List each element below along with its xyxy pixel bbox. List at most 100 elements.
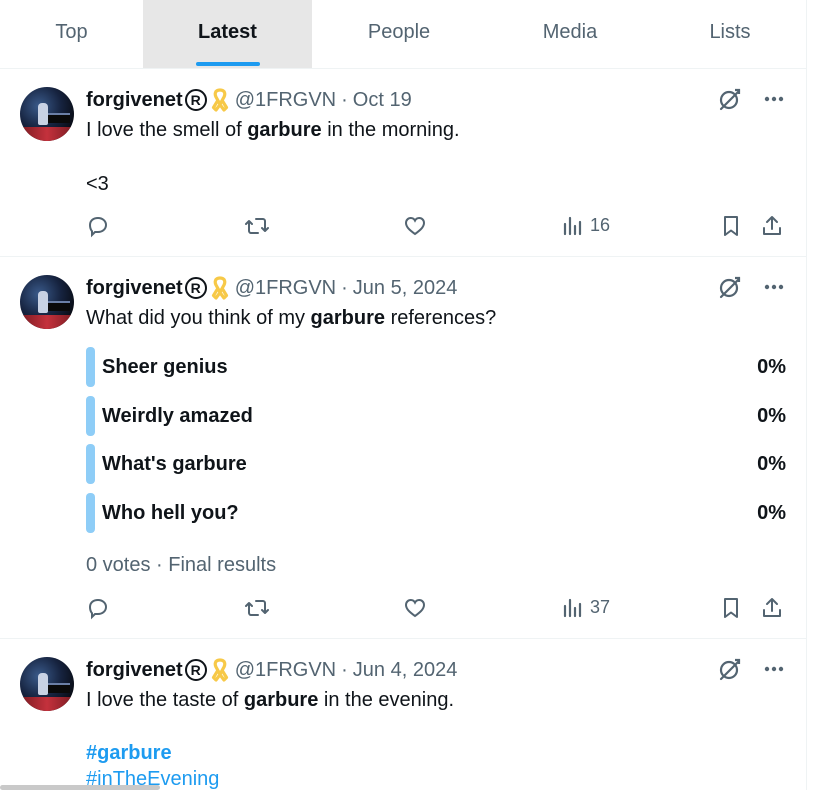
more-options-icon[interactable] xyxy=(764,96,784,102)
grok-icon[interactable] xyxy=(718,87,742,111)
share-button[interactable] xyxy=(760,214,784,238)
awareness-ribbon-icon xyxy=(211,88,229,112)
views-icon xyxy=(563,216,582,236)
tab-top[interactable]: Top xyxy=(0,0,143,68)
post-text-part: What did you think of my xyxy=(86,307,311,329)
more-options-icon[interactable] xyxy=(764,284,784,290)
registered-mark: R xyxy=(184,277,207,299)
post-date[interactable]: Jun 5, 2024 xyxy=(353,277,458,300)
poll-option-label: Sheer genius xyxy=(102,356,228,378)
post-date[interactable]: Oct 19 xyxy=(353,89,412,112)
avatar[interactable] xyxy=(20,275,74,329)
tab-media-label: Media xyxy=(542,21,598,43)
tab-media[interactable]: Media xyxy=(486,0,654,68)
poll-option: Sheer genius 0% xyxy=(86,347,786,387)
registered-mark: R xyxy=(184,89,207,111)
share-icon xyxy=(763,598,781,617)
grok-icon[interactable] xyxy=(718,275,742,299)
poll-option-percent: 0% xyxy=(757,453,786,475)
grok-icon[interactable] xyxy=(718,657,742,681)
search-term: garbure xyxy=(243,689,319,711)
like-button[interactable] xyxy=(403,596,427,620)
reply-icon xyxy=(88,216,108,238)
poll-bar xyxy=(86,347,95,387)
poll-option-label: What's garbure xyxy=(102,453,247,475)
separator: · xyxy=(341,658,348,681)
views-button[interactable]: 37 xyxy=(562,596,610,618)
post[interactable]: forgivenet R @1FRGVN · Jun 5, 2024 What … xyxy=(0,257,806,639)
repost-button[interactable] xyxy=(244,596,270,620)
repost-icon xyxy=(245,600,269,616)
horizontal-scrollbar[interactable] xyxy=(0,785,160,790)
repost-button[interactable] xyxy=(244,214,270,238)
poll-option-label: Who hell you? xyxy=(102,502,239,524)
display-name[interactable]: forgivenet xyxy=(86,659,183,682)
separator: · xyxy=(341,276,348,299)
avatar[interactable] xyxy=(20,657,74,711)
reply-button[interactable] xyxy=(86,214,110,238)
views-button[interactable]: 16 xyxy=(562,214,610,236)
share-icon xyxy=(763,216,781,235)
view-count: 16 xyxy=(590,214,611,235)
bookmark-icon xyxy=(724,598,738,618)
post-date[interactable]: Jun 4, 2024 xyxy=(353,659,458,682)
poll-option: Weirdly amazed 0% xyxy=(86,396,786,436)
views-icon xyxy=(563,598,582,618)
view-count: 37 xyxy=(590,596,611,617)
hashtag-link[interactable]: #garbure xyxy=(86,740,172,767)
poll-option-percent: 0% xyxy=(757,356,786,378)
post-text: I love the smell of garbure in the morni… xyxy=(86,117,460,144)
search-tabs: Top Latest People Media Lists xyxy=(0,0,807,69)
heart-icon xyxy=(404,598,426,618)
post-text-part: references? xyxy=(385,307,497,329)
poll-results-summary: 0 votes · Final results xyxy=(86,554,277,576)
post[interactable]: forgivenet R @1FRGVN · Jun 4, 2024 I lov… xyxy=(0,639,806,790)
bookmark-icon xyxy=(724,216,738,236)
poll-option: What's garbure 0% xyxy=(86,444,786,484)
heart-icon xyxy=(404,216,426,236)
tab-top-label: Top xyxy=(55,21,88,43)
poll-bar xyxy=(86,444,95,484)
post-text-line: <3 xyxy=(86,173,109,195)
active-tab-indicator xyxy=(195,62,260,66)
poll-option-percent: 0% xyxy=(757,502,786,524)
tab-people[interactable]: People xyxy=(312,0,486,68)
tab-people-label: People xyxy=(367,21,431,43)
share-button[interactable] xyxy=(760,596,784,620)
reply-icon xyxy=(88,598,108,620)
post-text: I love the taste of garbure in the eveni… xyxy=(86,687,454,714)
more-options-icon[interactable] xyxy=(764,666,784,672)
poll-bar xyxy=(86,493,95,533)
display-name[interactable]: forgivenet xyxy=(86,89,183,112)
user-handle[interactable]: @1FRGVN xyxy=(235,277,336,300)
tab-lists[interactable]: Lists xyxy=(654,0,806,68)
tab-lists-label: Lists xyxy=(709,21,751,43)
reply-button[interactable] xyxy=(86,596,110,620)
awareness-ribbon-icon xyxy=(211,276,229,300)
bookmark-button[interactable] xyxy=(720,214,742,238)
display-name[interactable]: forgivenet xyxy=(86,277,183,300)
repost-icon xyxy=(245,218,269,234)
post-header: forgivenet R @1FRGVN · Oct 19 xyxy=(86,88,412,112)
post-text-part: in the evening. xyxy=(318,689,454,711)
awareness-ribbon-icon xyxy=(211,658,229,682)
user-handle[interactable]: @1FRGVN xyxy=(235,659,336,682)
post-text-part: I love the smell of xyxy=(86,119,248,141)
post-text-part: in the morning. xyxy=(321,119,460,141)
like-button[interactable] xyxy=(403,214,427,238)
poll-option-label: Weirdly amazed xyxy=(102,405,253,427)
poll-bar xyxy=(86,396,95,436)
post-header: forgivenet R @1FRGVN · Jun 5, 2024 xyxy=(86,276,458,300)
tab-latest[interactable]: Latest xyxy=(143,0,312,68)
separator: · xyxy=(341,88,348,111)
user-handle[interactable]: @1FRGVN xyxy=(235,89,336,112)
post-text: What did you think of my garbure referen… xyxy=(86,305,496,332)
timeline: forgivenet R @1FRGVN · Oct 19 I love the… xyxy=(0,69,807,790)
tab-latest-label: Latest xyxy=(198,21,257,43)
post[interactable]: forgivenet R @1FRGVN · Oct 19 I love the… xyxy=(0,69,806,257)
search-term: garbure xyxy=(247,119,322,141)
avatar[interactable] xyxy=(20,87,74,141)
bookmark-button[interactable] xyxy=(720,596,742,620)
post-header: forgivenet R @1FRGVN · Jun 4, 2024 xyxy=(86,658,458,682)
poll-option: Who hell you? 0% xyxy=(86,493,786,533)
